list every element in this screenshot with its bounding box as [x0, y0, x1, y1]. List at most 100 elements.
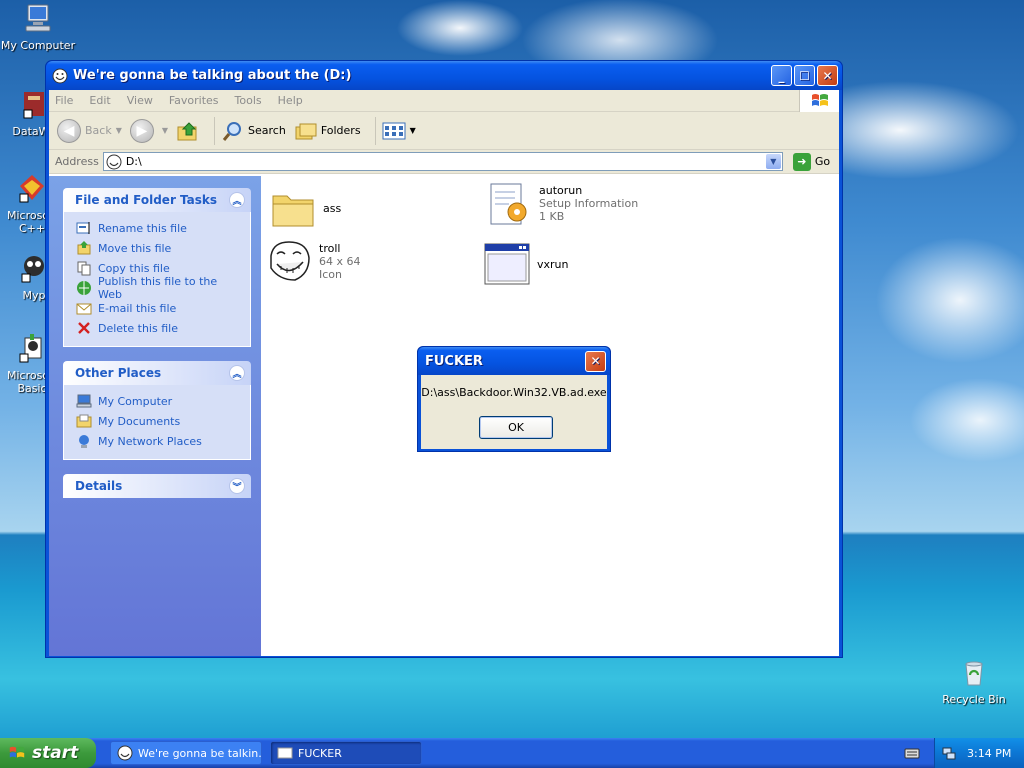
views-icon [382, 122, 406, 139]
desktop-icon-label: Recycle Bin [942, 693, 1006, 706]
toolbar-separator [214, 116, 216, 145]
maximize-icon: ☐ [799, 68, 810, 83]
start-label: start [32, 743, 79, 763]
minimize-icon: _ [778, 68, 785, 83]
up-folder-icon [177, 121, 197, 140]
go-button[interactable]: ➜ Go [792, 152, 830, 171]
expand-icon[interactable]: ︾ [229, 478, 245, 494]
task-pane: File and Folder Tasks ︽ Rename this file… [49, 176, 261, 656]
search-button[interactable]: Search [221, 119, 286, 143]
up-folder-button[interactable] [176, 119, 200, 143]
dialog-message: D:\ass\Backdoor.Win32.VB.ad.exe [421, 386, 607, 399]
network-status-icon[interactable] [941, 745, 957, 761]
trollface-icon [117, 745, 133, 761]
place-my-network[interactable]: My Network Places [76, 431, 242, 451]
file-name: ass [323, 202, 342, 215]
clock[interactable]: 3:14 PM [967, 747, 1011, 760]
chevron-down-icon: ▼ [770, 157, 777, 166]
place-my-computer[interactable]: My Computer [76, 391, 242, 411]
menu-help[interactable]: Help [278, 94, 303, 107]
menu-view[interactable]: View [127, 94, 153, 107]
forward-button[interactable]: ▶ ▼ [129, 118, 169, 143]
address-dropdown-button[interactable]: ▼ [765, 154, 781, 169]
place-my-documents[interactable]: My Documents [76, 411, 242, 431]
panel-title: Other Places [75, 366, 162, 380]
back-button[interactable]: ◀ Back ▼ [57, 118, 122, 143]
menu-edit[interactable]: Edit [89, 94, 110, 107]
system-tray: 3:14 PM [934, 738, 1024, 768]
start-button[interactable]: start [0, 738, 96, 768]
close-icon: ✕ [822, 68, 833, 83]
close-button[interactable]: ✕ [817, 65, 838, 86]
folder-icon [272, 195, 314, 227]
toolbar: ◀ Back ▼ ▶ ▼ Search Folders ▼ [49, 112, 839, 150]
desktop-icon-label: My Computer [0, 39, 76, 52]
taskbar-button-explorer[interactable]: We're gonna be talkin... [110, 741, 262, 765]
window-titlebar[interactable]: We're gonna be talking about the (D:) _ … [46, 61, 842, 90]
desktop-icon-recycle-bin[interactable]: Recycle Bin [936, 656, 1012, 706]
keyboard-icon[interactable] [904, 745, 920, 761]
dialog-title: FUCKER [425, 353, 483, 369]
file-item-troll[interactable]: troll 64 x 64 Icon [265, 236, 361, 284]
toolbar-separator [374, 116, 376, 145]
message-dialog: FUCKER ✕ D:\ass\Backdoor.Win32.VB.ad.exe… [417, 346, 611, 452]
minimize-button[interactable]: _ [771, 65, 792, 86]
documents-icon [76, 414, 92, 428]
task-label: E-mail this file [98, 301, 177, 315]
ok-button[interactable]: OK [479, 416, 553, 439]
chevron-down-icon: ▼ [161, 126, 169, 135]
panel-header[interactable]: Other Places ︽ [63, 361, 251, 385]
menu-tools[interactable]: Tools [235, 94, 262, 107]
dialog-titlebar[interactable]: FUCKER ✕ [418, 347, 610, 375]
taskbar-button-label: We're gonna be talkin... [138, 746, 262, 760]
taskbar: start We're gonna be talkin... FUCKER [0, 738, 1024, 768]
file-size: 1 KB [539, 210, 565, 223]
file-item-autorun[interactable]: autorun Setup Information 1 KB [485, 180, 638, 228]
file-type: Setup Information [539, 197, 639, 210]
task-label: My Documents [98, 414, 181, 428]
task-label: My Network Places [98, 434, 202, 448]
task-label: Copy this file [98, 261, 170, 275]
file-item-vxrun[interactable]: vxrun [483, 240, 569, 288]
file-dimensions: 64 x 64 [319, 255, 361, 268]
other-places-panel: Other Places ︽ My Computer My Documents [63, 361, 251, 460]
recycle-bin-icon [965, 661, 983, 686]
address-bar: Address D:\ ▼ ➜ Go [49, 150, 839, 174]
task-move-file[interactable]: Move this file [76, 238, 242, 258]
task-publish-web[interactable]: Publish this file to the Web [76, 275, 242, 301]
email-icon [76, 303, 92, 315]
taskbar-button-dialog[interactable]: FUCKER [270, 741, 422, 765]
task-label: Delete this file [98, 321, 178, 335]
panel-header[interactable]: Details ︾ [63, 474, 251, 498]
copy-icon [77, 261, 91, 276]
task-rename-file[interactable]: Rename this file [76, 218, 242, 238]
folders-icon [295, 123, 317, 139]
move-icon [77, 241, 91, 255]
task-delete-file[interactable]: Delete this file [76, 318, 242, 338]
file-name: autorun [539, 184, 583, 197]
back-label: Back [85, 124, 112, 137]
address-input[interactable]: D:\ ▼ [102, 152, 783, 171]
chevron-down-icon: ▼ [409, 126, 416, 135]
dialog-close-button[interactable]: ✕ [585, 350, 606, 372]
collapse-icon[interactable]: ︽ [229, 192, 245, 208]
folders-button[interactable]: Folders [294, 119, 361, 143]
task-email-file[interactable]: E-mail this file [76, 298, 242, 318]
collapse-icon[interactable]: ︽ [229, 365, 245, 381]
network-icon [79, 435, 89, 448]
program-icon [484, 243, 530, 285]
maximize-button[interactable]: ☐ [794, 65, 815, 86]
trollface-icon [52, 68, 68, 83]
views-button[interactable]: ▼ [382, 121, 416, 141]
search-label: Search [248, 124, 286, 137]
window-icon [277, 747, 293, 759]
file-item-ass[interactable]: ass [269, 184, 341, 232]
address-value: D:\ [125, 155, 142, 168]
window-title: We're gonna be talking about the (D:) [73, 68, 352, 83]
panel-header[interactable]: File and Folder Tasks ︽ [63, 188, 251, 212]
close-icon: ✕ [590, 354, 601, 368]
menu-favorites[interactable]: Favorites [169, 94, 219, 107]
chevron-down-icon: ▼ [115, 126, 122, 135]
desktop-icon-my-computer[interactable]: My Computer [0, 2, 76, 52]
menu-file[interactable]: File [55, 94, 73, 107]
